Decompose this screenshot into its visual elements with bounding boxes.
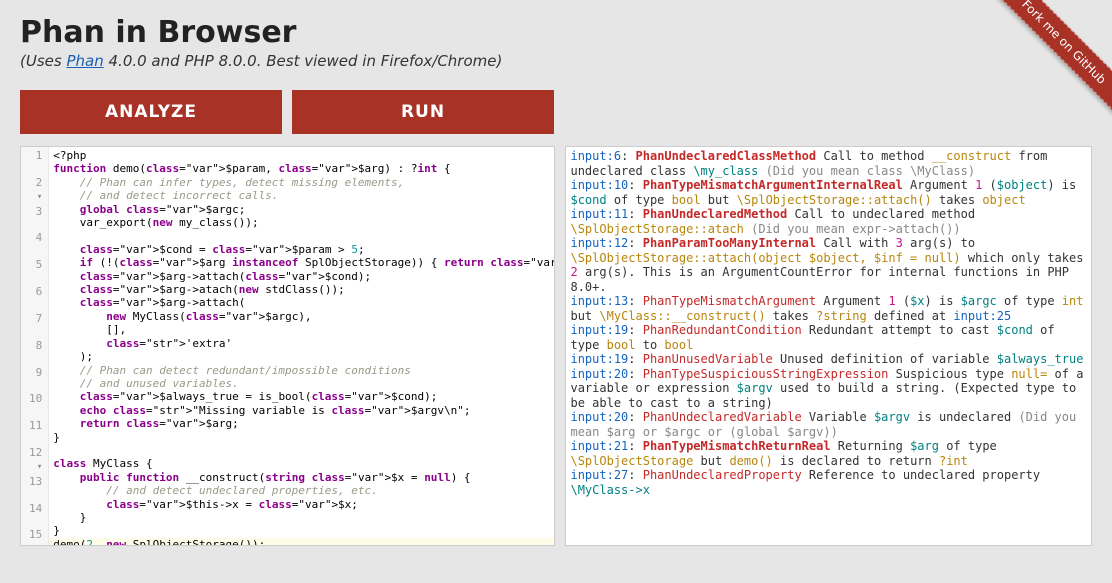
output-panel: input:6: PhanUndeclaredClassMethod Call … [565, 146, 1092, 546]
subtitle: (Uses Phan 4.0.0 and PHP 8.0.0. Best vie… [20, 52, 1092, 70]
analyze-button[interactable]: ANALYZE [20, 90, 282, 134]
page-title: Phan in Browser [20, 15, 1092, 50]
editor-gutter: 1 2 ▾ 3 4 5 6 7 8 9 10 11 12 ▾ 13 14 15 … [21, 147, 49, 545]
button-row: ANALYZE RUN [20, 90, 1092, 134]
run-button[interactable]: RUN [292, 90, 554, 134]
editor-content[interactable]: <?php function demo(class="var">$param, … [49, 147, 555, 545]
phan-link[interactable]: Phan [66, 52, 103, 70]
code-editor[interactable]: 1 2 ▾ 3 4 5 6 7 8 9 10 11 12 ▾ 13 14 15 … [20, 146, 555, 546]
